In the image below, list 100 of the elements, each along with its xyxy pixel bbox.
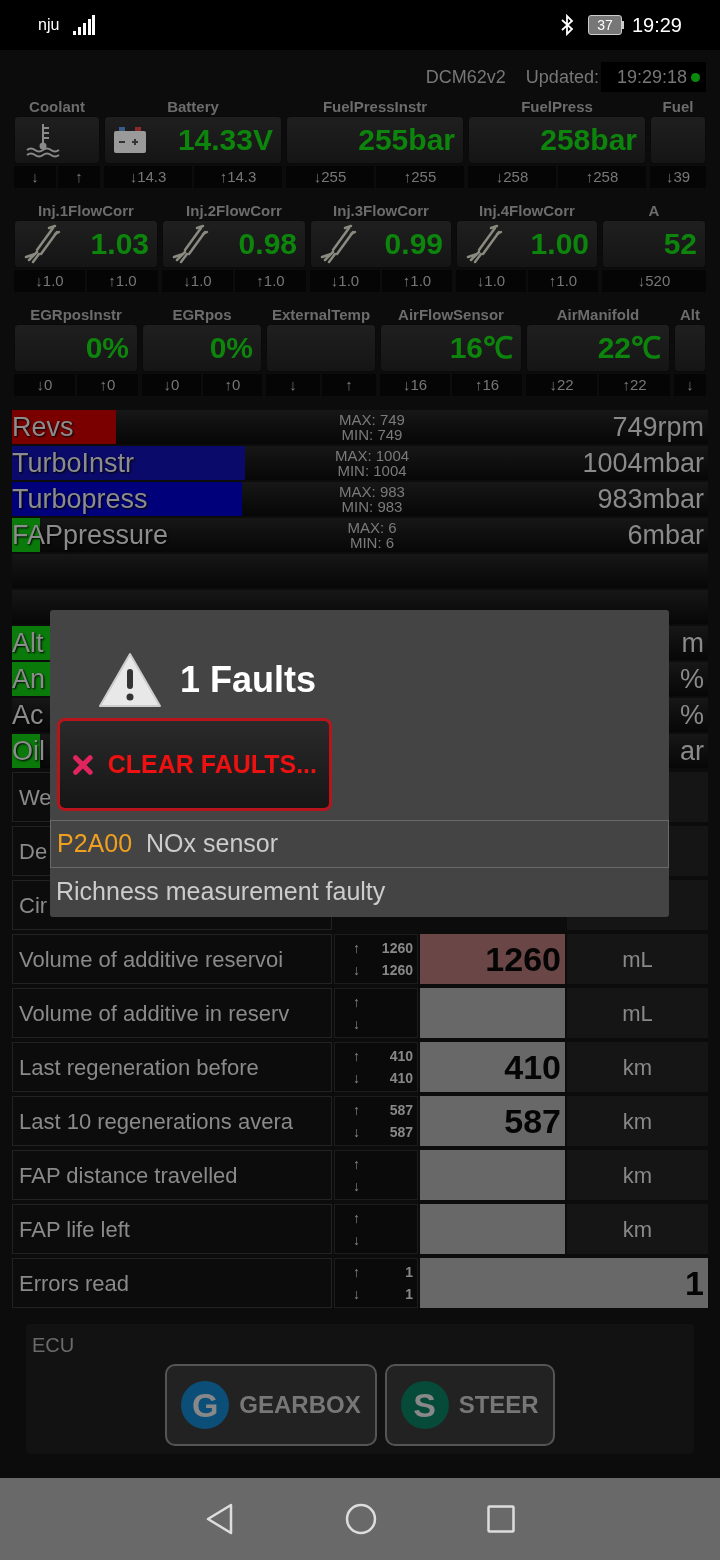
- gauge-label: Inj.2FlowCorr: [186, 203, 282, 220]
- row-value: 410: [504, 1050, 561, 1084]
- ecu-button[interactable]: S STEER: [384, 1364, 555, 1446]
- up-arrow: ↑: [353, 1100, 360, 1120]
- signal-icon: [73, 15, 96, 35]
- row-label: FAP life left: [19, 1215, 130, 1244]
- min-reading: ↓: [266, 374, 320, 396]
- down-arrow: ↓: [353, 1176, 360, 1196]
- max-reading: ↑16: [452, 374, 522, 396]
- max-reading: ↑22: [599, 374, 670, 396]
- min-reading: ↓255: [286, 166, 374, 188]
- max-reading: 587: [389, 1100, 413, 1120]
- max-reading: MAX: 6: [347, 520, 397, 535]
- down-arrow: ↓: [353, 1122, 360, 1142]
- fault-name: NOx sensor: [146, 828, 279, 860]
- row-unit: km: [622, 1215, 653, 1244]
- min-reading: ↓0: [142, 374, 201, 396]
- ecu-button-label: GEARBOX: [239, 1390, 361, 1420]
- max-reading: ↑258: [558, 166, 646, 188]
- recents-icon[interactable]: [487, 1505, 515, 1533]
- row-value: 587: [504, 1104, 561, 1138]
- max-reading: ↑0: [77, 374, 138, 396]
- down-arrow: ↓: [353, 1230, 360, 1250]
- gauge-value: 0.99: [384, 229, 443, 259]
- max-reading: ↑: [322, 374, 376, 396]
- gauge-value: 0%: [209, 333, 253, 363]
- bar-label: An: [12, 665, 46, 693]
- warning-icon: [98, 651, 162, 709]
- up-arrow: ↑: [353, 938, 360, 958]
- ecu-label: ECU: [32, 1333, 75, 1358]
- gauge-label: Inj.3FlowCorr: [333, 203, 429, 220]
- bar-value: ar: [680, 737, 705, 765]
- down-arrow: ↓: [353, 1068, 360, 1088]
- gauge-value: 1.03: [90, 229, 149, 259]
- row-unit: km: [622, 1107, 653, 1136]
- row-label: FAP distance travelled: [19, 1161, 238, 1190]
- gauge-label: Coolant: [29, 99, 85, 116]
- min-reading: ↓1.0: [14, 270, 85, 292]
- clear-faults-button[interactable]: CLEAR FAULTS...: [57, 718, 332, 811]
- battery-level: 37: [597, 18, 613, 32]
- ecu-badge: G: [181, 1381, 230, 1429]
- clock: 19:29: [631, 13, 682, 38]
- gauge-label: Alt: [680, 307, 700, 324]
- max-reading: ↑1.0: [528, 270, 598, 292]
- up-arrow: ↑: [353, 992, 360, 1012]
- row-unit: km: [622, 1053, 653, 1082]
- gauge-label: AirManifold: [556, 307, 640, 324]
- bar-value: 749rpm: [612, 413, 705, 441]
- max-reading: MAX: 983: [339, 484, 405, 499]
- bar-label: Revs: [12, 413, 74, 441]
- min-reading: ↓520: [602, 270, 706, 292]
- min-reading: MIN: 1004: [337, 463, 407, 478]
- min-reading: MIN: 983: [341, 499, 403, 514]
- max-reading: ↑: [58, 166, 100, 188]
- up-arrow: ↑: [353, 1262, 360, 1282]
- gauge-label: Inj.1FlowCorr: [38, 203, 134, 220]
- ecu-button-label: STEER: [458, 1390, 539, 1420]
- min-reading: ↓0: [14, 374, 75, 396]
- injector-icon: [171, 224, 209, 264]
- injector-icon: [465, 224, 503, 264]
- bar-value: 1004mbar: [582, 449, 705, 477]
- max-reading: ↑0: [203, 374, 262, 396]
- up-arrow: ↑: [353, 1046, 360, 1066]
- bluetooth-icon: [559, 14, 574, 36]
- max-reading: MAX: 749: [339, 412, 405, 427]
- bar-value: 983mbar: [597, 485, 705, 513]
- up-arrow: ↑: [353, 1154, 360, 1174]
- gauge-value: 0.98: [238, 229, 297, 259]
- ecu-badge: S: [400, 1381, 449, 1429]
- min-reading: ↓14.3: [104, 166, 192, 188]
- carrier-name: nju: [38, 15, 60, 35]
- max-reading: ↑1.0: [235, 270, 306, 292]
- min-reading: 587: [389, 1122, 413, 1142]
- row-unit: mL: [622, 999, 653, 1028]
- gauge-value: 14.33V: [177, 125, 273, 155]
- gauge-label: Inj.4FlowCorr: [479, 203, 575, 220]
- updated-time: 19:29:18: [616, 65, 687, 89]
- row-label: Volume of additive reservoi: [19, 945, 284, 974]
- gauge-value: 16℃: [449, 333, 513, 363]
- row-label: Errors read: [19, 1269, 130, 1298]
- min-reading: MIN: 749: [341, 427, 403, 442]
- bar-value: %: [680, 665, 705, 693]
- gauge-value: 0%: [85, 333, 129, 363]
- min-reading: ↓39: [650, 166, 706, 188]
- row-label: Volume of additive in reserv: [19, 999, 290, 1028]
- bar-value: m: [681, 629, 705, 657]
- home-icon[interactable]: [345, 1503, 377, 1535]
- gauge-label: EGRpos: [172, 307, 232, 324]
- gauge-value: 255bar: [358, 125, 455, 155]
- max-reading: ↑14.3: [194, 166, 282, 188]
- min-reading: ↓: [14, 166, 56, 188]
- ecu-button[interactable]: G GEARBOX: [165, 1364, 377, 1446]
- gauge-label: A: [648, 203, 660, 220]
- row-label: We: [19, 783, 52, 812]
- gauge-value: 52: [663, 229, 697, 259]
- fault-row[interactable]: P2A00 NOx sensor: [50, 820, 669, 868]
- row-value: 1: [685, 1266, 704, 1300]
- back-icon[interactable]: [205, 1503, 235, 1535]
- min-reading: ↓16: [380, 374, 450, 396]
- min-reading: ↓: [674, 374, 706, 396]
